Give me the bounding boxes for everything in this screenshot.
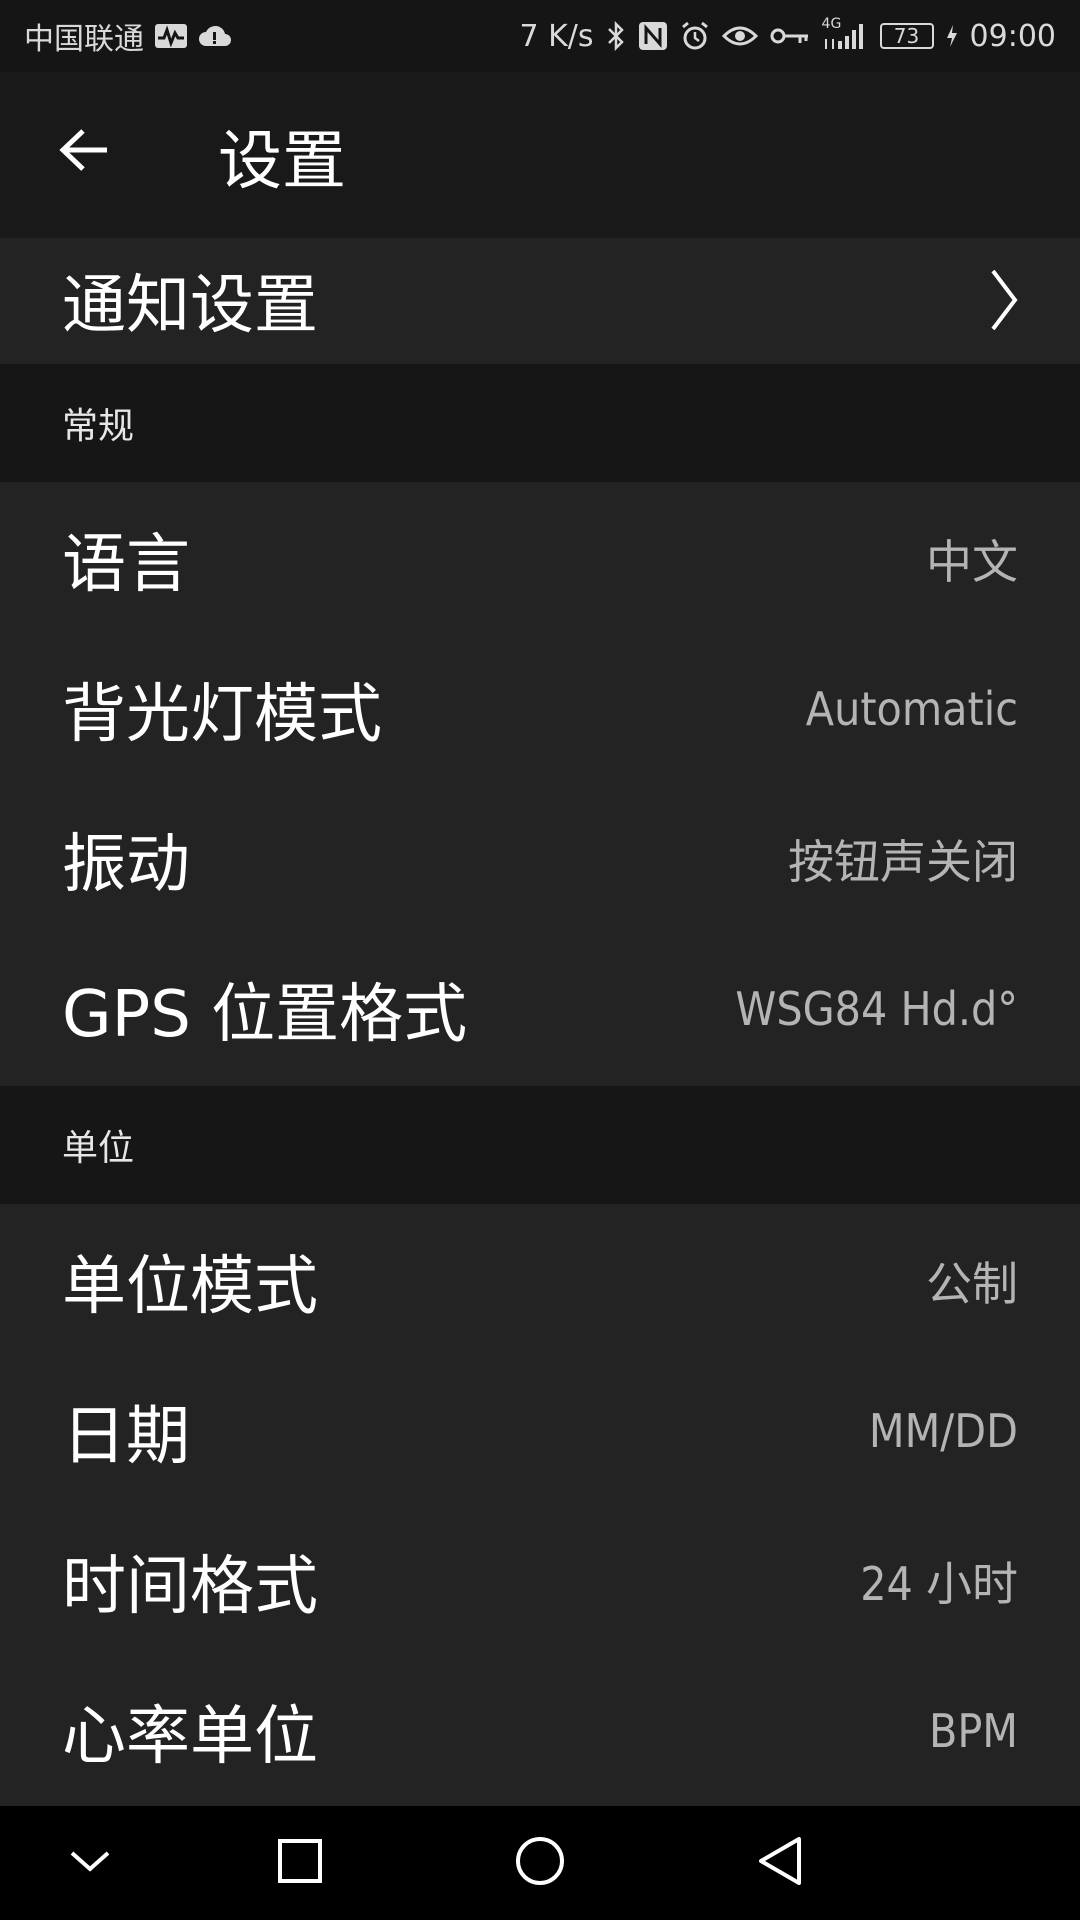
status-bar-right: 7 K/s 4G 73 09:00 <box>519 17 1056 54</box>
cloud-icon <box>198 24 232 48</box>
setting-label: 背光灯模式 <box>62 678 382 752</box>
back-button[interactable] <box>44 112 124 192</box>
setting-row-backlight-mode[interactable]: 背光灯模式 Automatic <box>0 634 1080 784</box>
setting-label: 心率单位 <box>62 1700 318 1774</box>
battery-indicator: 73 <box>879 23 934 49</box>
section-header-units: 单位 <box>0 1086 1080 1204</box>
activity-icon <box>154 23 188 49</box>
network-speed: 7 K/s <box>519 18 594 54</box>
arrow-left-icon <box>57 126 111 178</box>
setting-label: GPS 位置格式 <box>62 978 468 1052</box>
setting-label: 振动 <box>62 828 190 902</box>
chevron-down-icon <box>68 1847 112 1879</box>
setting-row-vibration[interactable]: 振动 按钮声关闭 <box>0 784 1080 934</box>
setting-row-language[interactable]: 语言 中文 <box>0 484 1080 634</box>
alarm-icon <box>680 21 710 51</box>
setting-value: 中文 <box>926 535 1018 589</box>
setting-row-unit-mode[interactable]: 单位模式 公制 <box>0 1206 1080 1356</box>
setting-row-time-format[interactable]: 时间格式 24 小时 <box>0 1506 1080 1656</box>
setting-value: 24 小时 <box>860 1557 1018 1611</box>
clock-time: 09:00 <box>969 18 1056 54</box>
setting-label: 单位模式 <box>62 1250 318 1324</box>
nfc-icon <box>638 21 668 51</box>
carrier-name: 中国联通 <box>24 22 144 57</box>
status-bar: 中国联通 7 K/s 4G 73 09:00 <box>0 0 1080 72</box>
setting-value: 公制 <box>926 1257 1018 1311</box>
network-type: 4G <box>821 16 842 32</box>
chevron-right-icon <box>986 265 1022 335</box>
setting-label: 语言 <box>62 528 190 602</box>
key-icon <box>770 25 810 47</box>
app-bar: 设置 <box>0 72 1080 238</box>
home-circle-icon <box>514 1835 566 1891</box>
setting-label: 日期 <box>62 1400 190 1474</box>
charging-icon <box>946 24 958 48</box>
recents-square-icon <box>277 1838 323 1888</box>
home-button[interactable] <box>500 1823 580 1903</box>
notification-settings-row[interactable]: 通知设置 <box>0 238 1080 362</box>
section-title: 常规 <box>62 406 135 447</box>
setting-value: WSG84 Hd.d° <box>735 982 1018 1036</box>
system-nav-bar <box>0 1806 1080 1920</box>
setting-row-heart-rate-unit[interactable]: 心率单位 BPM <box>0 1656 1080 1806</box>
hide-nav-button[interactable] <box>50 1823 130 1903</box>
setting-value: Automatic <box>805 682 1018 736</box>
setting-row-date[interactable]: 日期 MM/DD <box>0 1356 1080 1506</box>
back-triangle-icon <box>757 1836 803 1890</box>
bluetooth-icon <box>606 21 626 51</box>
setting-value: BPM <box>928 1704 1018 1758</box>
notification-settings-label: 通知设置 <box>62 269 318 343</box>
setting-label: 时间格式 <box>62 1550 318 1624</box>
recents-button[interactable] <box>260 1823 340 1903</box>
setting-value: 按钮声关闭 <box>788 835 1018 889</box>
setting-row-gps-format[interactable]: GPS 位置格式 WSG84 Hd.d° <box>0 934 1080 1084</box>
setting-value: MM/DD <box>868 1404 1018 1458</box>
signal-icon: 4G <box>822 17 868 51</box>
eye-icon <box>721 23 758 49</box>
page-title: 设置 <box>218 125 346 199</box>
section-header-general: 常规 <box>0 364 1080 482</box>
battery-level: 73 <box>893 24 920 48</box>
section-title: 单位 <box>62 1128 135 1169</box>
status-bar-left: 中国联通 <box>24 14 232 58</box>
back-nav-button[interactable] <box>740 1823 820 1903</box>
